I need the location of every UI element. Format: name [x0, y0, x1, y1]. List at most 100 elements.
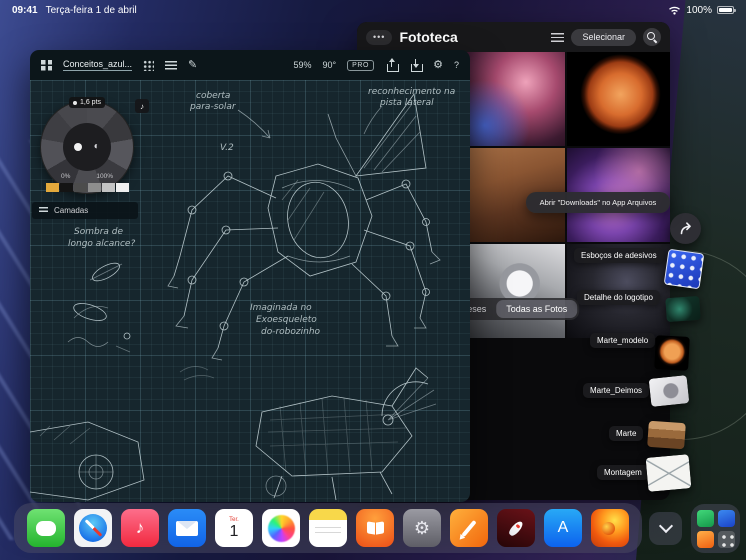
- drag-item-thumbnail-deimos[interactable]: [648, 375, 690, 407]
- color-swatch-bar[interactable]: [46, 183, 129, 192]
- dock-app-settings[interactable]: ⚙: [403, 509, 441, 547]
- dock-app-appstore[interactable]: A: [544, 509, 582, 547]
- grid-icon[interactable]: [143, 59, 155, 71]
- app-library-mini-icon: [717, 509, 735, 527]
- gallery-icon[interactable]: [41, 59, 52, 71]
- chat-bubble-icon: [36, 520, 56, 536]
- canvas-annotation: pista lateral: [379, 98, 434, 108]
- share-forward-button[interactable]: [670, 213, 701, 244]
- envelope-icon: [176, 520, 198, 536]
- search-icon[interactable]: [643, 28, 661, 46]
- battery-percent: 100%: [686, 4, 712, 16]
- canvas-annotation: para-solar: [189, 102, 237, 112]
- drag-item-label[interactable]: Marte: [609, 426, 644, 441]
- concepts-window: Conceitos_azul... ✎ 59% 90° PRO ⚙ ? cobe…: [30, 50, 470, 502]
- layers-panel-header[interactable]: Camadas: [32, 202, 138, 219]
- brush-icon[interactable]: ✎: [188, 59, 197, 71]
- gray-swatch[interactable]: [116, 183, 129, 192]
- canvas-annotation: Exoesqueleto: [256, 315, 317, 325]
- pencil-icon: [461, 519, 477, 537]
- app-library-mini-icon: [696, 509, 714, 527]
- tool-wheel[interactable]: 1,6 pts ♪ ◐ 0% 100%: [40, 97, 149, 194]
- drag-item-thumbnail-marte[interactable]: [647, 420, 686, 450]
- dock-app-messages[interactable]: [27, 509, 65, 547]
- gray-swatch[interactable]: [102, 183, 115, 192]
- pinned-tool-note-icon[interactable]: ♪: [135, 99, 149, 113]
- gray-swatch[interactable]: [60, 183, 73, 192]
- status-bar: 09:41 Terça-feira 1 de abril 100%: [0, 0, 746, 20]
- help-button[interactable]: ?: [454, 60, 459, 70]
- window-menu-button[interactable]: •••: [366, 29, 393, 45]
- date: Terça-feira 1 de abril: [45, 4, 137, 16]
- canvas-annotation: Sombra de: [74, 227, 123, 237]
- calendar-day: 1: [229, 523, 239, 541]
- color-dot-icon: [74, 143, 83, 151]
- stroke-size-tooltip: 1,6 pts: [69, 97, 106, 108]
- photos-title: Fototeca: [399, 29, 458, 45]
- app-library-button[interactable]: [691, 504, 740, 553]
- drag-item-thumbnail-logo[interactable]: [665, 295, 701, 323]
- menu-icon[interactable]: [165, 60, 178, 70]
- opacity-range: 0% 100%: [61, 173, 113, 180]
- canvas-annotation: coberta: [196, 91, 230, 101]
- dock: ♪ Ter. 1 ⚙ A: [14, 503, 642, 553]
- drag-item-label[interactable]: Detalhe do logotipo: [577, 290, 660, 305]
- tool-wheel-center[interactable]: ◐: [63, 123, 111, 171]
- dock-app-rocket[interactable]: [497, 509, 535, 547]
- dock-app-calendar[interactable]: Ter. 1: [215, 509, 253, 547]
- dock-app-safari[interactable]: [74, 509, 112, 547]
- battery-icon: [717, 6, 736, 14]
- drag-item-thumbnail-stickers[interactable]: [663, 248, 705, 290]
- dock-app-browser[interactable]: [591, 509, 629, 547]
- dock-app-music[interactable]: ♪: [121, 509, 159, 547]
- app-library-mini-icon: [696, 530, 714, 548]
- canvas-annotation: V.2: [220, 143, 234, 153]
- drag-item-thumbnail-montagem[interactable]: [645, 454, 692, 492]
- layers-label: Camadas: [54, 206, 89, 215]
- zoom-level[interactable]: 59%: [293, 60, 311, 70]
- blend-mode-icon: ◐: [93, 141, 100, 152]
- pro-badge[interactable]: PRO: [347, 59, 375, 71]
- drawing-canvas[interactable]: coberta para-solar reconhecimento na pis…: [30, 80, 470, 502]
- drag-item-label[interactable]: Marte_modelo: [590, 333, 656, 348]
- drag-item-label[interactable]: Esboços de adesivos: [574, 248, 664, 263]
- filter-icon[interactable]: [551, 32, 565, 42]
- layers-menu-icon: [39, 207, 48, 214]
- open-in-files-banner[interactable]: Abrir "Downloads" no App Arquivos: [526, 192, 670, 213]
- drag-item-thumbnail-mars[interactable]: [654, 335, 690, 371]
- import-icon[interactable]: [409, 58, 423, 72]
- music-note-icon: ♪: [135, 518, 145, 537]
- select-button[interactable]: Selecionar: [571, 28, 636, 46]
- drag-item-label[interactable]: Montagem: [597, 465, 649, 480]
- document-title[interactable]: Conceitos_azul...: [63, 59, 133, 71]
- brush-tip-icon: [73, 100, 77, 105]
- ipad-screen: 09:41 Terça-feira 1 de abril 100% ••• Fo…: [0, 0, 746, 560]
- gray-swatch[interactable]: [88, 183, 101, 192]
- export-icon[interactable]: [385, 57, 399, 72]
- photos-header: ••• Fototeca Selecionar: [357, 22, 670, 52]
- compass-icon: [79, 514, 107, 542]
- photo-thumbnail-nebula[interactable]: [462, 52, 565, 146]
- canvas-annotation: reconhecimento na: [368, 87, 455, 97]
- forward-arrow-icon: [680, 221, 691, 234]
- dock-app-notes[interactable]: [309, 509, 347, 547]
- canvas-annotation: do-robozinho: [261, 327, 321, 337]
- dock-collapse-button[interactable]: [649, 512, 682, 545]
- rocket-icon: [507, 519, 525, 537]
- dock-app-photos[interactable]: [262, 509, 300, 547]
- photo-thumbnail-mars[interactable]: [567, 52, 670, 146]
- dock-app-mail[interactable]: [168, 509, 206, 547]
- canvas-annotation: longo alcance?: [68, 239, 135, 249]
- tab-all-photos[interactable]: Todas as Fotos: [496, 300, 578, 318]
- photo-thumbnail-satellite[interactable]: [462, 244, 565, 338]
- wifi-icon: [669, 6, 681, 15]
- drag-item-label[interactable]: Marte_Deimos: [583, 383, 650, 398]
- gear-icon[interactable]: ⚙: [433, 59, 443, 71]
- active-color-swatch[interactable]: [46, 183, 59, 192]
- rotation-value[interactable]: 90°: [323, 60, 337, 70]
- concepts-toolbar: Conceitos_azul... ✎ 59% 90° PRO ⚙ ?: [30, 50, 470, 80]
- gray-swatch[interactable]: [74, 183, 87, 192]
- chevron-down-icon: [658, 518, 673, 534]
- dock-app-books[interactable]: [356, 509, 394, 547]
- dock-app-sketch[interactable]: [450, 509, 488, 547]
